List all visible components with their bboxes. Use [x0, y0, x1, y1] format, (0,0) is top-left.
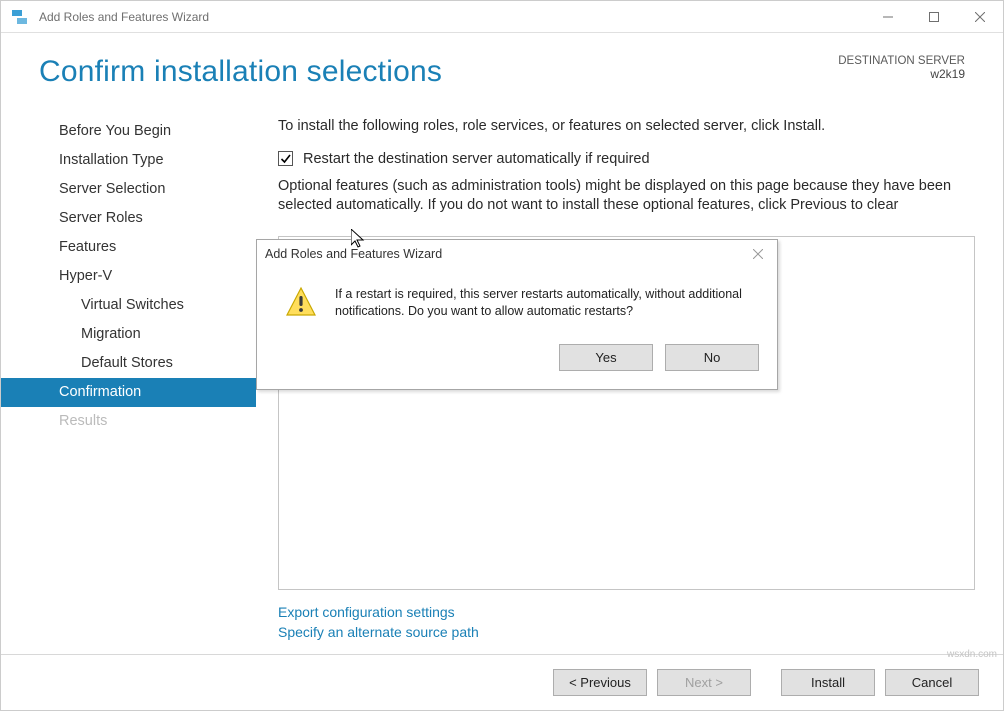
optional-features-text: Optional features (such as administratio… — [278, 177, 975, 216]
page-title: Confirm installation selections — [39, 55, 838, 89]
intro-text: To install the following roles, role ser… — [278, 117, 975, 137]
sidebar-item-virtual-switches[interactable]: Virtual Switches — [1, 291, 256, 320]
sidebar: Before You Begin Installation Type Serve… — [1, 109, 256, 654]
dialog-message: If a restart is required, this server re… — [335, 286, 753, 320]
next-button: Next > — [657, 669, 751, 696]
dialog-close-icon[interactable] — [743, 246, 773, 262]
dialog-titlebar: Add Roles and Features Wizard — [257, 240, 777, 268]
alternate-source-link[interactable]: Specify an alternate source path — [278, 622, 975, 642]
window-controls — [865, 1, 1003, 33]
destination-server-name: w2k19 — [838, 67, 965, 81]
cancel-button[interactable]: Cancel — [885, 669, 979, 696]
sidebar-item-migration[interactable]: Migration — [1, 320, 256, 349]
dialog-title: Add Roles and Features Wizard — [265, 247, 743, 261]
sidebar-item-server-roles[interactable]: Server Roles — [1, 204, 256, 233]
dialog-no-button[interactable]: No — [665, 344, 759, 371]
window-title: Add Roles and Features Wizard — [39, 10, 865, 24]
destination-label: DESTINATION SERVER — [838, 55, 965, 67]
sidebar-item-results: Results — [1, 407, 256, 436]
sidebar-item-installation-type[interactable]: Installation Type — [1, 146, 256, 175]
previous-button[interactable]: < Previous — [553, 669, 647, 696]
warning-icon — [285, 286, 317, 318]
links: Export configuration settings Specify an… — [278, 602, 975, 642]
export-settings-link[interactable]: Export configuration settings — [278, 602, 975, 622]
close-button[interactable] — [957, 1, 1003, 33]
destination-block: DESTINATION SERVER w2k19 — [838, 55, 965, 81]
restart-checkbox-row[interactable]: Restart the destination server automatic… — [278, 151, 975, 167]
restart-checkbox-label: Restart the destination server automatic… — [303, 151, 650, 167]
restart-checkbox[interactable] — [278, 151, 293, 166]
sidebar-item-hyperv[interactable]: Hyper-V — [1, 262, 256, 291]
sidebar-item-features[interactable]: Features — [1, 233, 256, 262]
dialog-yes-button[interactable]: Yes — [559, 344, 653, 371]
minimize-button[interactable] — [865, 1, 911, 33]
watermark: wsxdn.com — [947, 649, 997, 660]
sidebar-item-server-selection[interactable]: Server Selection — [1, 175, 256, 204]
maximize-button[interactable] — [911, 1, 957, 33]
wizard-window: Add Roles and Features Wizard Confirm in… — [0, 0, 1004, 711]
sidebar-item-confirmation[interactable]: Confirmation — [1, 378, 256, 407]
app-icon — [11, 7, 31, 27]
footer: < Previous Next > Install Cancel — [1, 654, 1003, 710]
header: Confirm installation selections DESTINAT… — [1, 33, 1003, 99]
sidebar-item-default-stores[interactable]: Default Stores — [1, 349, 256, 378]
sidebar-item-before-you-begin[interactable]: Before You Begin — [1, 117, 256, 146]
install-button[interactable]: Install — [781, 669, 875, 696]
restart-confirm-dialog: Add Roles and Features Wizard If a resta… — [256, 239, 778, 390]
title-bar: Add Roles and Features Wizard — [1, 1, 1003, 33]
